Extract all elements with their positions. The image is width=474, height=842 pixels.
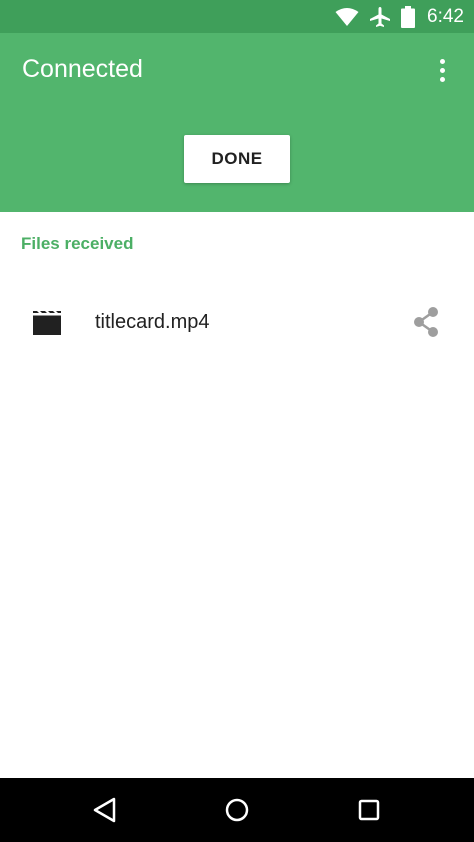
file-name: titlecard.mp4 [95, 311, 210, 333]
screen: 6:42 Connected DONE Files received title… [0, 0, 474, 842]
page-title: Connected [22, 55, 143, 83]
battery-icon [401, 5, 416, 28]
file-row[interactable]: titlecard.mp4 [0, 292, 474, 354]
more-vert-icon-dot [439, 67, 445, 73]
more-vert-icon-dot [439, 76, 445, 82]
share-icon[interactable] [410, 306, 442, 338]
home-icon[interactable] [221, 794, 253, 826]
recents-icon[interactable] [353, 794, 385, 826]
status-bar: 6:42 [0, 0, 474, 33]
status-time: 6:42 [427, 5, 464, 27]
overflow-menu-button[interactable] [428, 53, 456, 87]
done-button[interactable]: DONE [184, 135, 290, 183]
more-vert-icon [439, 58, 445, 64]
movie-clapper-icon [33, 311, 61, 340]
wifi-icon [335, 7, 359, 27]
back-icon[interactable] [90, 794, 122, 826]
section-header: Files received [21, 234, 134, 253]
airplane-icon [369, 6, 391, 28]
nav-bar [0, 778, 474, 842]
app-bar: Connected DONE [0, 33, 474, 212]
